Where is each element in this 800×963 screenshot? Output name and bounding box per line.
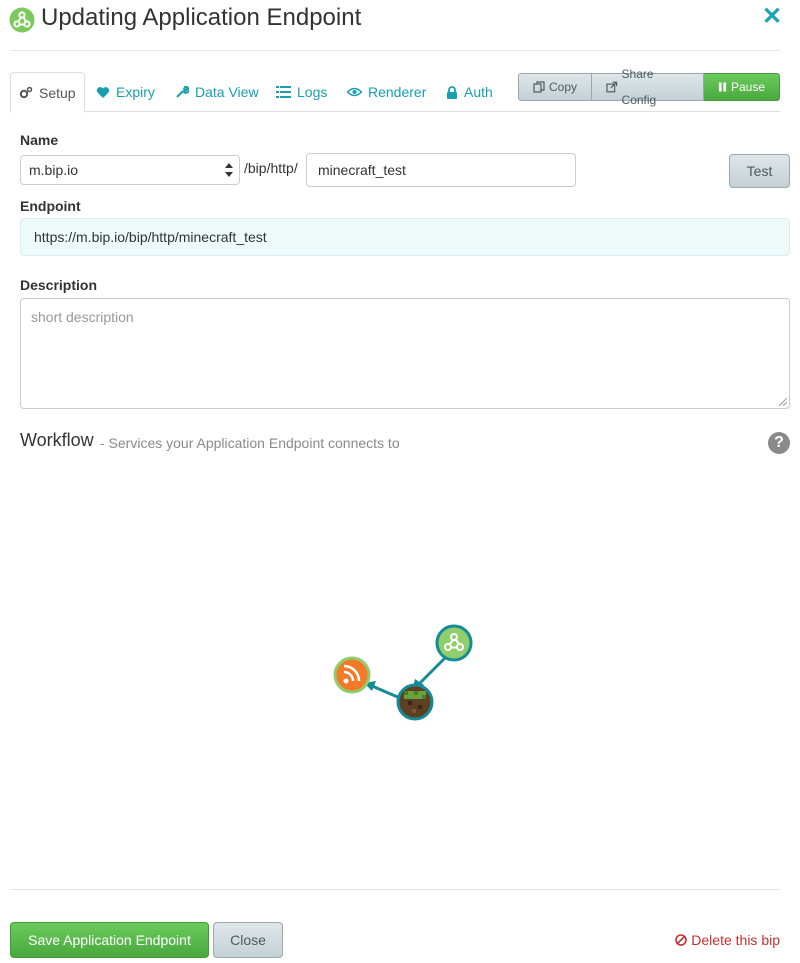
modal-header: Updating Application Endpoint ✕ [0, 0, 800, 50]
test-button[interactable]: Test [729, 154, 790, 188]
edge-webhook-minecraft [416, 653, 450, 687]
workflow-title: Workflow [20, 430, 94, 450]
tab-label: Logs [297, 84, 328, 100]
share-icon [606, 81, 618, 93]
eye-icon [347, 87, 362, 97]
lock-icon [447, 85, 457, 99]
pause-icon [718, 82, 727, 92]
close-icon[interactable]: ✕ [762, 5, 782, 29]
edge-minecraft-rss [371, 684, 401, 700]
domain-select[interactable]: m.bip.io [20, 155, 240, 185]
tab-label: Setup [39, 84, 76, 101]
help-icon[interactable]: ? [768, 432, 790, 454]
webhook-node[interactable] [435, 624, 473, 662]
endpoint-label: Endpoint [20, 198, 81, 214]
heart-icon [96, 86, 110, 98]
tab-logs[interactable]: Logs [276, 72, 327, 112]
close-button[interactable]: Close [213, 922, 283, 958]
ban-icon [675, 934, 688, 946]
workflow-graph [333, 624, 473, 721]
workflow-subtitle: - Services your Application Endpoint con… [100, 435, 400, 451]
share-config-button[interactable]: Share Config [592, 67, 704, 107]
endpoint-url: https://m.bip.io/bip/http/minecraft_test [20, 218, 790, 256]
webhook-icon [9, 7, 35, 33]
rss-node[interactable] [333, 656, 371, 694]
list-icon [276, 86, 291, 98]
tab-renderer[interactable]: Renderer [347, 72, 426, 112]
page-title: Updating Application Endpoint [41, 4, 362, 31]
save-button[interactable]: Save Application Endpoint [10, 922, 209, 958]
delete-link[interactable]: Delete this bip [675, 932, 780, 948]
select-arrows-icon [225, 163, 233, 177]
path-prefix: /bip/http/ [244, 160, 298, 176]
name-input[interactable]: minecraft_test [306, 153, 576, 187]
description-placeholder: short description [31, 309, 134, 325]
description-textarea[interactable]: short description [20, 298, 790, 409]
gears-icon [19, 86, 33, 98]
wrench-icon [176, 85, 189, 98]
divider [10, 50, 780, 51]
description-label: Description [20, 277, 98, 293]
divider [10, 889, 780, 890]
action-button-group: Copy Share Config Pause [518, 67, 780, 107]
tab-data-view[interactable]: Data View [175, 72, 259, 112]
copy-button[interactable]: Copy [518, 73, 592, 101]
tab-label: Auth [464, 84, 493, 100]
pause-button[interactable]: Pause [704, 73, 780, 101]
tab-label: Renderer [368, 84, 427, 100]
tab-expiry[interactable]: Expiry [96, 72, 155, 112]
copy-icon [533, 81, 545, 93]
tab-label: Data View [195, 84, 259, 100]
tab-setup[interactable]: Setup [10, 72, 85, 113]
domain-select-value: m.bip.io [29, 162, 79, 178]
tab-auth[interactable]: Auth [446, 72, 493, 112]
tab-label: Expiry [116, 84, 155, 100]
resize-handle-icon[interactable] [779, 398, 787, 406]
name-label: Name [20, 132, 59, 148]
minecraft-node[interactable] [396, 683, 434, 721]
